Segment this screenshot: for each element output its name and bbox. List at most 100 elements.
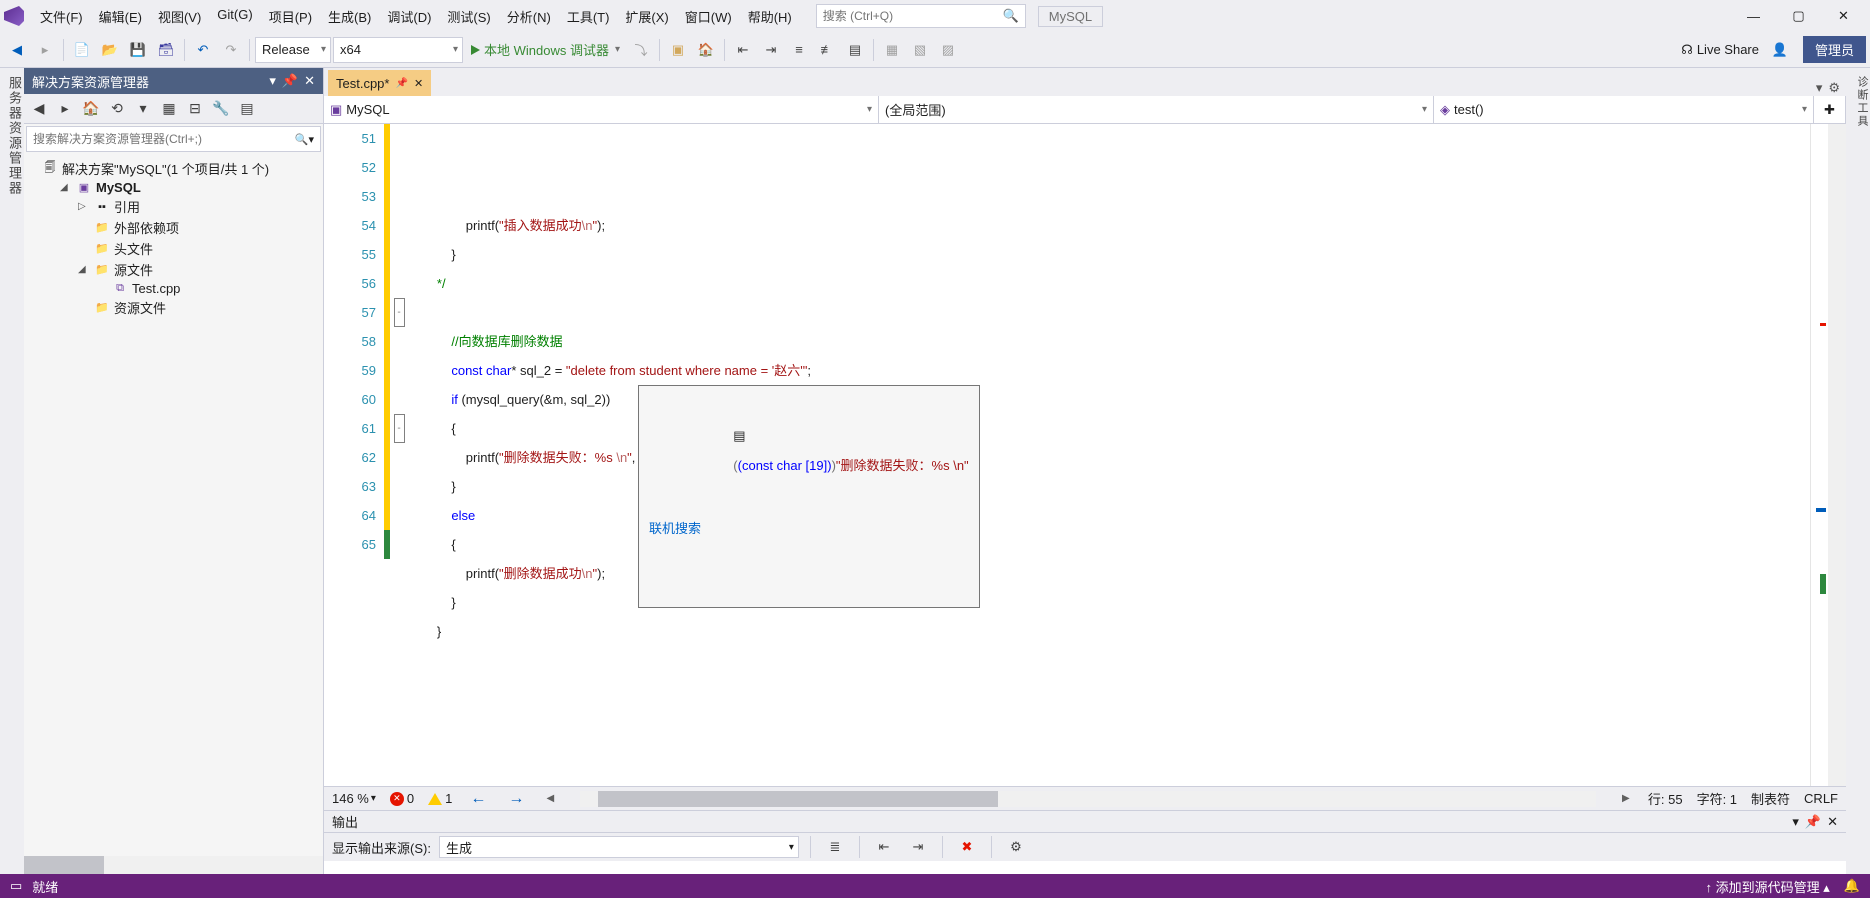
redo-button[interactable]: ↷ bbox=[218, 37, 244, 63]
sln-back-button[interactable]: ◀ bbox=[28, 98, 50, 120]
menu-item[interactable]: 帮助(H) bbox=[740, 3, 800, 30]
output-settings-button[interactable]: ⚙ bbox=[1003, 834, 1029, 860]
menu-item[interactable]: 视图(V) bbox=[150, 3, 209, 30]
menu-item[interactable]: Git(G) bbox=[209, 3, 260, 30]
tree-headers[interactable]: 📁头文件 bbox=[24, 238, 323, 259]
hscroll-right[interactable]: ▶ bbox=[1618, 793, 1634, 804]
expand-icon[interactable]: ◢ bbox=[78, 264, 90, 275]
tree-resources[interactable]: 📁资源文件 bbox=[24, 297, 323, 318]
tab-dropdown-icon[interactable]: ▾ bbox=[1816, 80, 1823, 96]
menu-item[interactable]: 编辑(E) bbox=[91, 3, 150, 30]
bookmark-button[interactable]: ▤ bbox=[842, 37, 868, 63]
pin-icon[interactable]: 📌 bbox=[395, 78, 407, 89]
minimap[interactable] bbox=[1810, 124, 1828, 786]
output-clear-button[interactable]: ≣ bbox=[822, 834, 848, 860]
menu-item[interactable]: 分析(N) bbox=[499, 3, 559, 30]
tree-project[interactable]: ◢▣MySQL bbox=[24, 179, 323, 196]
notifications-icon[interactable]: 🔔 bbox=[1844, 878, 1860, 894]
platform-combo[interactable]: x64 bbox=[333, 37, 463, 63]
panel-pin-icon[interactable]: 📌 bbox=[1805, 814, 1821, 830]
code-line[interactable]: printf("插入数据成功\n"); bbox=[408, 211, 1810, 240]
tb-icon-a[interactable]: ▦ bbox=[879, 37, 905, 63]
tb-icon-b[interactable]: ▧ bbox=[907, 37, 933, 63]
code-line[interactable]: const char* sql_2 = "delete from student… bbox=[408, 356, 1810, 385]
code-line[interactable]: printf("删除数据失败：%s \n", mysql_error(&m)); bbox=[408, 443, 1810, 472]
menu-item[interactable]: 窗口(W) bbox=[677, 3, 740, 30]
code-editor[interactable]: ▤ ((const char [19]))"删除数据失败：%s \n" 联机搜索… bbox=[408, 124, 1810, 786]
nav-scope-func[interactable]: ◈test() bbox=[1434, 96, 1814, 123]
menu-item[interactable]: 测试(S) bbox=[439, 3, 498, 30]
sln-home-button[interactable]: 🏠 bbox=[80, 98, 102, 120]
menu-item[interactable]: 生成(B) bbox=[320, 3, 379, 30]
panel-close-icon[interactable]: ✕ bbox=[1827, 814, 1838, 830]
tab-close-icon[interactable]: ✕ bbox=[414, 77, 423, 90]
code-line[interactable]: } bbox=[408, 240, 1810, 269]
solution-hscroll[interactable] bbox=[24, 856, 323, 874]
scm-add-button[interactable]: ↑ 添加到源代码管理 ▴ bbox=[1706, 877, 1830, 896]
open-button[interactable]: 📂 bbox=[97, 37, 123, 63]
sln-showall-button[interactable]: ▦ bbox=[158, 98, 180, 120]
code-line[interactable]: if (mysql_query(&m, sql_2)) bbox=[408, 385, 1810, 414]
panel-dropdown-icon[interactable]: ▾ bbox=[269, 73, 276, 89]
config-combo[interactable]: Release bbox=[255, 37, 331, 63]
tree-sources[interactable]: ◢📁源文件 bbox=[24, 259, 323, 280]
warning-count[interactable]: 1 bbox=[428, 791, 452, 806]
nav-split-button[interactable]: ✚ bbox=[1814, 96, 1846, 123]
tree-external-deps[interactable]: 📁外部依赖项 bbox=[24, 217, 323, 238]
eol-indicator[interactable]: CRLF bbox=[1804, 791, 1838, 806]
liveshare-button[interactable]: ☊ Live Share bbox=[1675, 42, 1765, 58]
panel-pin-icon[interactable]: 📌 bbox=[282, 73, 298, 89]
hscroll-left[interactable]: ◀ bbox=[542, 793, 558, 804]
panel-dropdown-icon[interactable]: ▾ bbox=[1792, 814, 1799, 830]
minimize-button[interactable]: — bbox=[1731, 2, 1776, 30]
save-all-button[interactable]: 🗃 bbox=[153, 37, 179, 63]
uncomment-button[interactable]: ≢ bbox=[814, 37, 840, 63]
output-source-combo[interactable]: 生成 bbox=[439, 836, 799, 858]
menu-item[interactable]: 项目(P) bbox=[261, 3, 320, 30]
code-line[interactable]: } bbox=[408, 617, 1810, 646]
solution-search[interactable]: 🔍▾ bbox=[26, 126, 321, 152]
code-line[interactable]: { bbox=[408, 530, 1810, 559]
expand-icon[interactable]: ▷ bbox=[78, 201, 90, 212]
indent-less-button[interactable]: ⇤ bbox=[730, 37, 756, 63]
zoom-combo[interactable]: 146 %▾ bbox=[332, 791, 376, 806]
line-indicator[interactable]: 行: 55 bbox=[1648, 789, 1683, 808]
global-search[interactable]: 🔍 bbox=[816, 4, 1026, 28]
tree-references[interactable]: ▷▪▪引用 bbox=[24, 196, 323, 217]
tabs-indicator[interactable]: 制表符 bbox=[1751, 789, 1790, 808]
new-button[interactable]: 📄 bbox=[69, 37, 95, 63]
tooltip-search-link[interactable]: 联机搜索 bbox=[649, 514, 969, 543]
sln-filter-button[interactable]: ▾ bbox=[132, 98, 154, 120]
vertical-scrollbar[interactable] bbox=[1828, 124, 1846, 786]
sln-collapse-button[interactable]: ⊟ bbox=[184, 98, 206, 120]
indent-more-button[interactable]: ⇥ bbox=[758, 37, 784, 63]
next-issue-button[interactable]: → bbox=[504, 790, 528, 808]
code-line[interactable]: //向数据库删除数据 bbox=[408, 327, 1810, 356]
col-indicator[interactable]: 字符: 1 bbox=[1697, 789, 1737, 808]
horizontal-scrollbar[interactable] bbox=[580, 791, 1596, 807]
nav-scope-global[interactable]: (全局范围) bbox=[879, 96, 1434, 123]
panel-close-icon[interactable]: ✕ bbox=[304, 73, 315, 89]
search-input[interactable] bbox=[823, 9, 1003, 23]
undo-button[interactable]: ↶ bbox=[190, 37, 216, 63]
feedback-button[interactable]: 👤 bbox=[1767, 37, 1793, 63]
code-line[interactable]: } bbox=[408, 472, 1810, 501]
right-rail-diagnostics[interactable]: 诊断工具 bbox=[1846, 68, 1870, 874]
start-debug-button[interactable]: 本地 Windows 调试器 bbox=[465, 40, 626, 59]
menu-item[interactable]: 文件(F) bbox=[32, 3, 91, 30]
code-line[interactable]: } bbox=[408, 588, 1810, 617]
solution-search-input[interactable] bbox=[33, 132, 295, 146]
output-wrap-button[interactable]: ⇥ bbox=[905, 834, 931, 860]
step-button[interactable]: ⤵ bbox=[628, 37, 654, 63]
code-line[interactable]: */ bbox=[408, 269, 1810, 298]
sln-fwd-button[interactable]: ▸ bbox=[54, 98, 76, 120]
save-button[interactable]: 💾 bbox=[125, 37, 151, 63]
prev-issue-button[interactable]: ← bbox=[466, 790, 490, 808]
close-button[interactable]: ✕ bbox=[1821, 2, 1866, 30]
output-indent-button[interactable]: ⇤ bbox=[871, 834, 897, 860]
toolbox-btn-2[interactable]: 🏠 bbox=[693, 37, 719, 63]
tree-source-file[interactable]: ⧉Test.cpp bbox=[24, 280, 323, 297]
back-button[interactable]: ◀ bbox=[4, 37, 30, 63]
fold-toggle[interactable]: - bbox=[394, 414, 405, 443]
maximize-button[interactable]: ▢ bbox=[1776, 2, 1821, 30]
